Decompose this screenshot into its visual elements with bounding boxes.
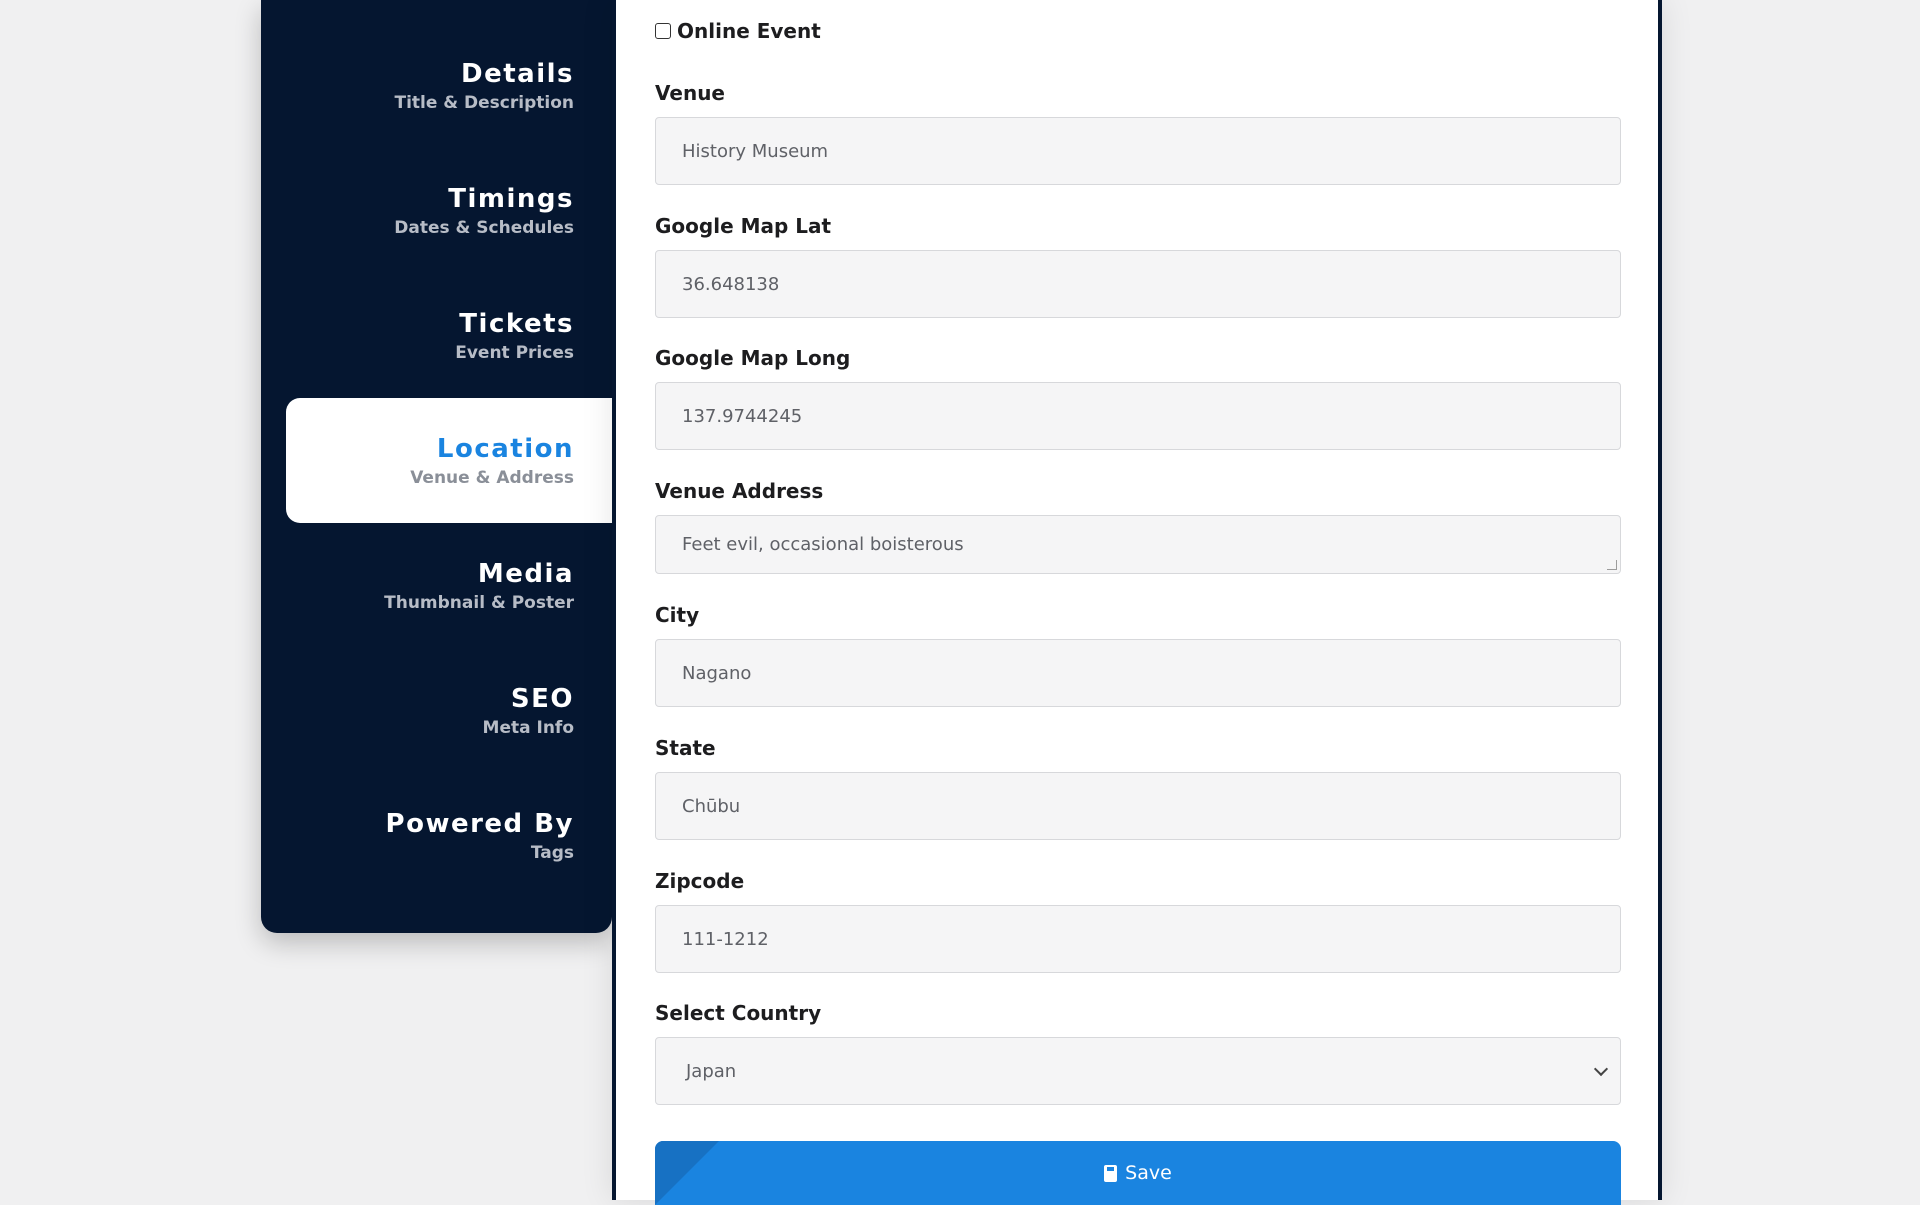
nav-subtitle: Tags bbox=[530, 842, 574, 863]
long-input[interactable]: 137.9744245 bbox=[655, 382, 1621, 450]
lat-label: Google Map Lat bbox=[655, 214, 832, 238]
address-field-group: Venue Address Feet evil, occasional bois… bbox=[655, 476, 1621, 574]
zipcode-field-group: Zipcode 111-1212 bbox=[655, 866, 1621, 973]
state-input[interactable]: Chūbu bbox=[655, 772, 1621, 840]
long-label: Google Map Long bbox=[655, 346, 851, 370]
sidebar-item-media[interactable]: Media Thumbnail & Poster bbox=[286, 523, 612, 648]
lat-input[interactable]: 36.648138 bbox=[655, 250, 1621, 318]
nav-title: Timings bbox=[448, 183, 574, 214]
sidebar-item-details[interactable]: Details Title & Description bbox=[286, 23, 612, 148]
city-field-group: City Nagano bbox=[655, 600, 1621, 707]
venue-field-group: Venue History Museum bbox=[655, 78, 1621, 185]
address-label: Venue Address bbox=[655, 479, 824, 503]
nav-title: Location bbox=[436, 433, 574, 464]
country-select[interactable]: Japan bbox=[655, 1037, 1621, 1105]
zipcode-label: Zipcode bbox=[655, 869, 745, 893]
country-field-group: Select Country Japan bbox=[655, 998, 1621, 1105]
sidebar-item-powered-by[interactable]: Powered By Tags bbox=[286, 773, 612, 898]
nav-subtitle: Venue & Address bbox=[410, 467, 574, 488]
country-label: Select Country bbox=[655, 1001, 822, 1025]
nav-title: Media bbox=[477, 558, 574, 589]
resize-handle-icon[interactable] bbox=[1607, 560, 1617, 570]
event-editor: Details Title & Description Timings Date… bbox=[261, 0, 1662, 1205]
save-button[interactable]: Save bbox=[655, 1141, 1621, 1205]
city-label: City bbox=[655, 603, 700, 627]
sidebar-item-location[interactable]: Location Venue & Address bbox=[286, 398, 612, 523]
button-decoration bbox=[655, 1141, 719, 1205]
venue-label: Venue bbox=[655, 81, 725, 105]
sidebar-nav: Details Title & Description Timings Date… bbox=[261, 0, 612, 933]
location-form: Online Event Venue History Museum Google… bbox=[612, 0, 1662, 1205]
state-field-group: State Chūbu bbox=[655, 733, 1621, 840]
online-event-checkbox-row[interactable]: Online Event bbox=[655, 19, 821, 43]
state-label: State bbox=[655, 736, 716, 760]
nav-title: Powered By bbox=[385, 808, 574, 839]
venue-input[interactable]: History Museum bbox=[655, 117, 1621, 185]
sidebar-item-tickets[interactable]: Tickets Event Prices bbox=[286, 273, 612, 398]
address-value: Feet evil, occasional boisterous bbox=[682, 534, 964, 555]
sidebar-item-seo[interactable]: SEO Meta Info bbox=[286, 648, 612, 773]
nav-title: SEO bbox=[510, 683, 574, 714]
nav-subtitle: Dates & Schedules bbox=[394, 217, 574, 238]
online-event-checkbox[interactable] bbox=[655, 23, 671, 39]
long-field-group: Google Map Long 137.9744245 bbox=[655, 343, 1621, 450]
save-label: Save bbox=[1125, 1162, 1172, 1184]
address-textarea[interactable]: Feet evil, occasional boisterous bbox=[655, 515, 1621, 574]
nav-subtitle: Title & Description bbox=[394, 92, 574, 113]
lat-field-group: Google Map Lat 36.648138 bbox=[655, 211, 1621, 318]
zipcode-input[interactable]: 111-1212 bbox=[655, 905, 1621, 973]
online-event-label: Online Event bbox=[677, 19, 821, 43]
sidebar-item-timings[interactable]: Timings Dates & Schedules bbox=[286, 148, 612, 273]
chevron-down-icon bbox=[1593, 1061, 1609, 1076]
save-icon bbox=[1104, 1164, 1118, 1182]
city-input[interactable]: Nagano bbox=[655, 639, 1621, 707]
nav-subtitle: Meta Info bbox=[482, 717, 574, 738]
nav-title: Details bbox=[461, 58, 574, 89]
country-selected-value: Japan bbox=[686, 1060, 737, 1082]
nav-title: Tickets bbox=[459, 308, 574, 339]
nav-subtitle: Thumbnail & Poster bbox=[384, 592, 574, 613]
nav-subtitle: Event Prices bbox=[455, 342, 574, 363]
